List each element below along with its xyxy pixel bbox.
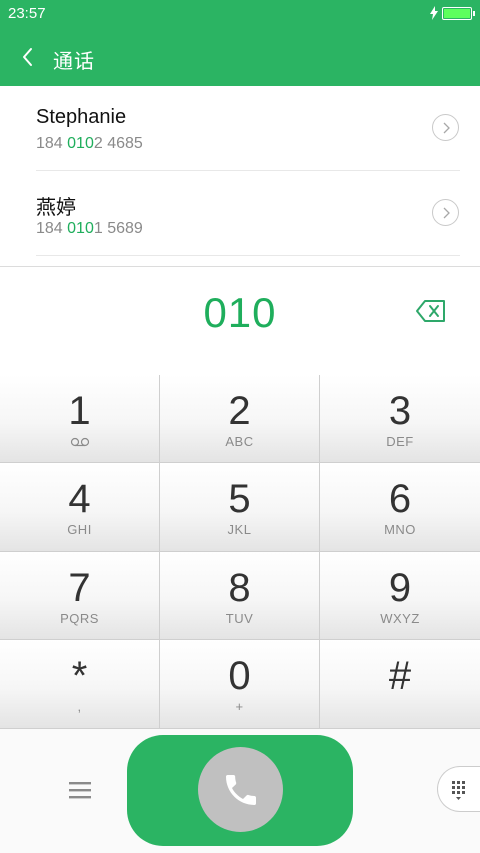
contact-name: 燕婷 xyxy=(36,197,76,219)
key-letters: DEF xyxy=(386,434,414,449)
chevron-right-icon xyxy=(443,207,450,218)
page-title: 通话 xyxy=(53,51,95,73)
key-7[interactable]: 7 PQRS xyxy=(0,552,160,640)
app-bar: 通话 xyxy=(0,28,480,86)
divider xyxy=(0,266,480,267)
key-4[interactable]: 4 GHI xyxy=(0,463,160,552)
key-letters: PQRS xyxy=(60,611,99,626)
key-digit: 2 xyxy=(228,389,251,433)
divider xyxy=(36,255,460,256)
key-digit: 7 xyxy=(68,566,91,610)
dial-keypad: 1 2 ABC 3 DEF 4 GHI 5 JKL 6 MNO 7 PQRS 8… xyxy=(0,375,480,729)
battery-icon xyxy=(442,6,475,20)
key-letters: + xyxy=(235,699,244,714)
number-match-highlight: 010 xyxy=(67,135,94,152)
menu-icon[interactable] xyxy=(68,780,92,800)
dialpad-icon xyxy=(452,781,465,800)
key-8[interactable]: 8 TUV xyxy=(160,552,320,640)
key-digit: 9 xyxy=(388,566,412,610)
voicemail-icon xyxy=(70,437,90,447)
key-digit: 5 xyxy=(228,477,251,521)
key-letters: JKL xyxy=(227,522,252,537)
key-3[interactable]: 3 DEF xyxy=(320,375,480,463)
key-digit: # xyxy=(388,654,412,698)
key-letters: MNO xyxy=(384,522,416,537)
key-letters: ABC xyxy=(225,434,254,449)
key-letters: GHI xyxy=(67,522,92,537)
key-digit: 6 xyxy=(388,477,412,521)
chevron-right-icon xyxy=(443,122,450,133)
key-5[interactable]: 5 JKL xyxy=(160,463,320,552)
contact-detail-button[interactable] xyxy=(432,199,459,226)
number-match-highlight: 010 xyxy=(67,220,94,237)
key-letters: TUV xyxy=(225,611,254,626)
key-digit: 4 xyxy=(68,477,91,521)
chevron-left-icon[interactable] xyxy=(18,42,48,72)
status-bar: 23:57 xyxy=(0,0,480,28)
contact-number: 184 0101 5689 xyxy=(36,220,143,237)
key-digit: 8 xyxy=(228,566,251,610)
dialpad-toggle-button[interactable] xyxy=(437,766,480,812)
key-digit: 0 xyxy=(228,654,251,698)
dialed-number: 010 xyxy=(203,289,277,336)
status-time: 23:57 xyxy=(8,5,46,22)
backspace-icon[interactable] xyxy=(415,298,447,324)
battery-fill xyxy=(444,8,470,18)
phone-icon xyxy=(225,774,256,805)
call-button[interactable] xyxy=(127,735,353,846)
key-letters: , xyxy=(77,699,82,714)
contact-name: Stephanie xyxy=(36,106,127,128)
charging-icon xyxy=(430,6,438,20)
key-6[interactable]: 6 MNO xyxy=(320,463,480,552)
contact-detail-button[interactable] xyxy=(432,114,459,141)
call-button-circle xyxy=(198,747,283,832)
contact-number: 184 0102 4685 xyxy=(36,135,143,152)
key-digit: * xyxy=(71,654,88,698)
key-1[interactable]: 1 xyxy=(0,375,160,463)
contact-item[interactable]: Stephanie 184 0102 4685 xyxy=(0,86,480,170)
key-star[interactable]: * , xyxy=(0,640,160,729)
contact-item[interactable]: 燕婷 184 0101 5689 xyxy=(0,171,480,255)
key-digit: 1 xyxy=(68,389,91,433)
key-2[interactable]: 2 ABC xyxy=(160,375,320,463)
key-digit: 3 xyxy=(388,389,412,433)
key-letters: WXYZ xyxy=(380,611,420,626)
key-9[interactable]: 9 WXYZ xyxy=(320,552,480,640)
status-icons xyxy=(429,6,475,20)
key-0[interactable]: 0 + xyxy=(160,640,320,729)
key-hash[interactable]: # xyxy=(320,640,480,729)
